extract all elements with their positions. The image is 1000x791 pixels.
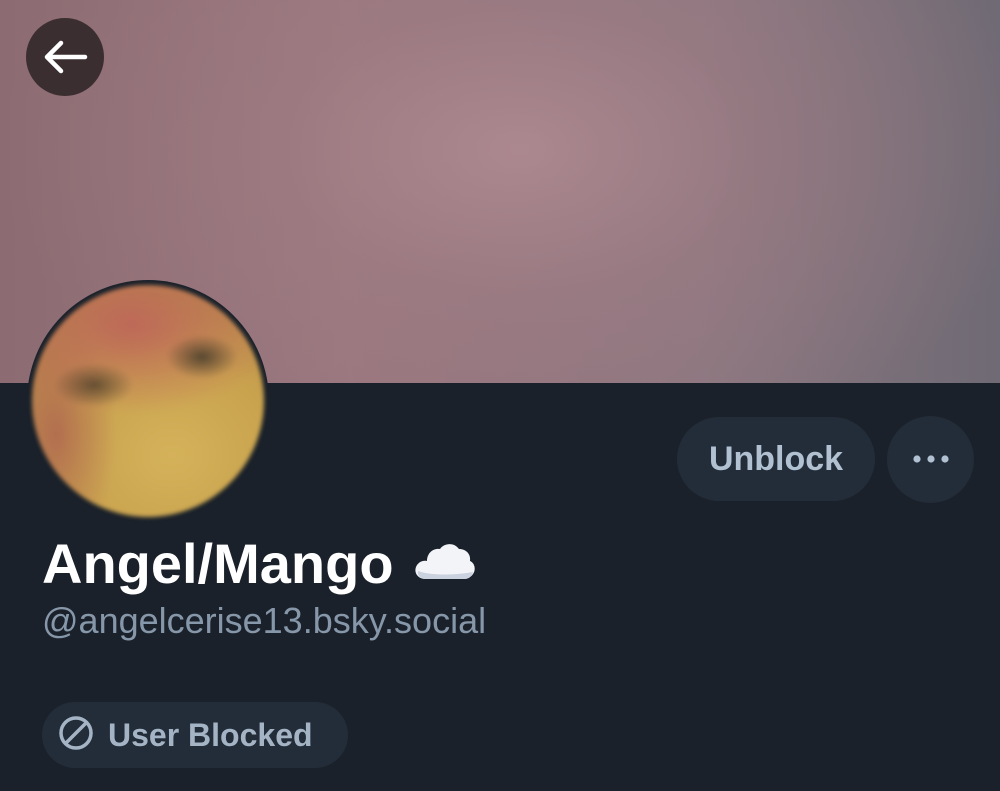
user-blocked-badge: User Blocked	[42, 702, 348, 768]
cloud-icon	[412, 531, 476, 596]
profile-page: Unblock Angel/Mango @angelcerise13.bsky.…	[0, 0, 1000, 791]
ellipsis-icon	[912, 451, 950, 469]
more-options-button[interactable]	[887, 416, 974, 503]
unblock-button[interactable]: Unblock	[677, 417, 875, 501]
avatar-ring	[27, 280, 269, 522]
unblock-button-label: Unblock	[708, 439, 844, 478]
user-blocked-label: User Blocked	[108, 716, 313, 753]
profile-handle: @angelcerise13.bsky.social	[42, 600, 487, 641]
block-icon	[58, 715, 94, 756]
back-button[interactable]	[26, 18, 104, 96]
display-name: Angel/Mango	[42, 528, 476, 598]
avatar[interactable]	[32, 285, 264, 517]
display-name-text: Angel/Mango	[42, 531, 394, 595]
arrow-left-icon	[42, 39, 88, 75]
